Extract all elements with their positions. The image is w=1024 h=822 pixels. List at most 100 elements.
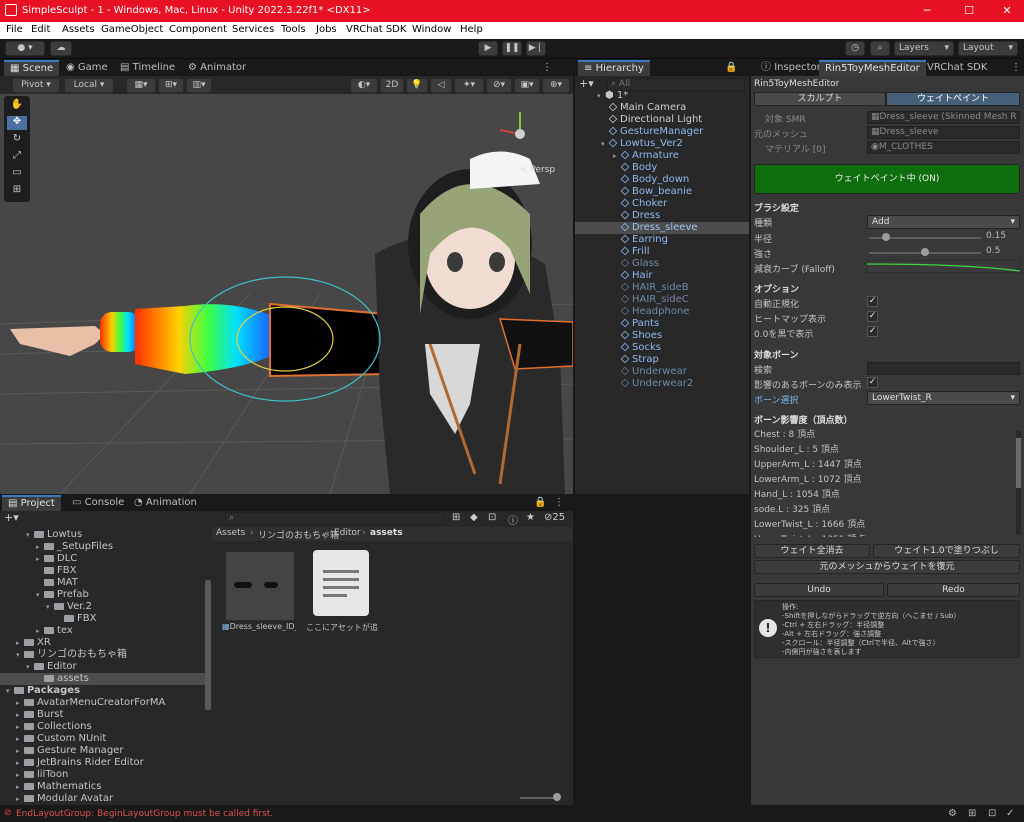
restore-weights-button[interactable]: 元のメッシュからウェイトを復元 <box>754 560 1020 574</box>
hierarchy-item[interactable]: Body <box>575 162 749 174</box>
hierarchy-item[interactable]: Body_down <box>575 174 749 186</box>
chevron-icon[interactable]: ▸ <box>16 697 24 709</box>
play-button[interactable]: ▶ <box>478 41 498 56</box>
radius-slider-handle[interactable] <box>882 233 890 241</box>
folder-tree-item[interactable]: ▸DLC <box>0 553 205 565</box>
hand-tool-icon[interactable]: ✋ <box>7 99 27 113</box>
rotate-tool-icon[interactable]: ↻ <box>7 133 27 147</box>
folder-tree-item[interactable]: ▾リンゴのおもちゃ箱 <box>0 649 205 661</box>
auto-normalize-checkbox[interactable]: ✓ <box>867 296 878 307</box>
target-smr-field[interactable]: ▦Dress_sleeve (Skinned Mesh R <box>867 111 1020 124</box>
type-dropdown[interactable]: Add▾ <box>867 215 1020 229</box>
scene-root[interactable]: ▾⬢ 1* <box>597 90 628 102</box>
hierarchy-item[interactable]: Underwear <box>575 366 749 378</box>
chevron-icon[interactable]: ▸ <box>36 553 44 565</box>
tab-timeline[interactable]: ▤ Timeline <box>114 60 181 76</box>
hierarchy-item[interactable]: Pants <box>575 318 749 330</box>
layout-dropdown[interactable]: Layout▾ <box>958 41 1018 56</box>
chevron-icon[interactable]: ▾ <box>36 589 44 601</box>
2d-toggle[interactable]: 2D <box>380 78 404 93</box>
hierarchy-item[interactable]: HAIR_sideB <box>575 282 749 294</box>
favorite-icon[interactable]: ★ <box>526 512 535 523</box>
folder-tree-item[interactable]: ▾Editor <box>0 661 205 673</box>
chevron-icon[interactable]: ▸ <box>16 781 24 793</box>
chevron-icon[interactable]: ▸ <box>16 793 24 805</box>
tab-inspector[interactable]: ⓘ Inspector <box>755 60 827 76</box>
breadcrumb-editor[interactable]: Editor <box>334 528 361 538</box>
move-tool-icon[interactable]: ✥ <box>7 116 27 130</box>
hierarchy-item[interactable]: Glass <box>575 258 749 270</box>
pause-button[interactable]: ❚❚ <box>502 41 522 56</box>
snap-increment-button[interactable]: ⊞▾ <box>158 78 184 93</box>
menu-window[interactable]: Window <box>412 24 451 35</box>
menu-tools[interactable]: Tools <box>281 24 306 35</box>
folder-tree-item[interactable]: FBX <box>0 613 205 625</box>
folder-tree-item[interactable]: ▾Packages <box>0 685 205 697</box>
chevron-icon[interactable]: ▸ <box>16 757 24 769</box>
hierarchy-item[interactable]: Main Camera <box>575 102 749 114</box>
pivot-dropdown[interactable]: Pivot ▾ <box>12 78 60 93</box>
project-search-input[interactable]: ⌕ <box>225 512 445 525</box>
auto-generate-lighting-icon[interactable]: ✓ <box>1006 808 1014 819</box>
hierarchy-item[interactable]: Headphone <box>575 306 749 318</box>
hierarchy-item[interactable]: Bow_beanie <box>575 186 749 198</box>
search-by-type-icon[interactable]: ⊞ <box>452 512 460 523</box>
folder-tree-item[interactable]: ▾Lowtus <box>0 529 205 541</box>
hierarchy-item[interactable]: Hair <box>575 270 749 282</box>
more-icon[interactable]: ⋮ <box>536 60 558 76</box>
source-mesh-field[interactable]: ▦Dress_sleeve <box>867 126 1020 139</box>
account-button[interactable]: ● ▾ <box>5 41 45 56</box>
weight-paint-toggle-button[interactable]: ウェイトペイント中 (ON) <box>754 164 1020 194</box>
lock-icon[interactable]: 🔒 <box>719 60 743 76</box>
tab-animator[interactable]: ⚙ Animator <box>182 60 252 76</box>
cache-server-icon[interactable]: ⊞ <box>968 808 976 819</box>
chevron-icon[interactable]: ▾ <box>26 661 34 673</box>
chevron-icon[interactable]: ▸ <box>16 733 24 745</box>
effects-button[interactable]: ✦▾ <box>454 78 484 93</box>
affect-only-checkbox[interactable]: ✓ <box>867 377 878 388</box>
folder-tree-item[interactable]: ▸Modular Avatar <box>0 793 205 805</box>
asset-label-text[interactable]: ここにアセットが追加... <box>306 622 378 633</box>
menu-component[interactable]: Component <box>169 24 227 35</box>
layers-dropdown[interactable]: Layers▾ <box>894 41 954 56</box>
tab-rin5toymesheditor[interactable]: Rin5ToyMeshEditor <box>819 60 926 76</box>
camera-button[interactable]: ▣▾ <box>514 78 540 93</box>
hierarchy-item[interactable]: ▸Armature <box>575 150 749 162</box>
tab-project[interactable]: ▤ Project <box>2 495 61 511</box>
transform-tool-icon[interactable]: ⊞ <box>7 184 27 198</box>
hierarchy-item[interactable]: Directional Light <box>575 114 749 126</box>
folder-tree-item[interactable]: MAT <box>0 577 205 589</box>
step-button[interactable]: ▶❘ <box>526 41 546 56</box>
chevron-icon[interactable]: ▸ <box>36 625 44 637</box>
history-button[interactable]: ◷ <box>845 41 865 56</box>
folder-tree-item[interactable]: ▾Ver.2 <box>0 601 205 613</box>
hierarchy-item[interactable]: HAIR_sideC <box>575 294 749 306</box>
asset-thumbnail-mesh[interactable] <box>226 552 294 620</box>
gizmos-button[interactable]: ⊕▾ <box>542 78 570 93</box>
material-field[interactable]: ◉M_CLOTHES <box>867 141 1020 154</box>
menu-jobs[interactable]: Jobs <box>316 24 337 35</box>
search-button[interactable]: ⌕ <box>870 41 890 56</box>
hierarchy-item[interactable]: Dress <box>575 210 749 222</box>
debug-mode-icon[interactable]: ⊡ <box>988 808 996 819</box>
grid-snap-button[interactable]: ▦▾ <box>126 78 156 93</box>
menu-help[interactable]: Help <box>460 24 483 35</box>
folder-tree-item[interactable]: ▸Mathematics <box>0 781 205 793</box>
hierarchy-item[interactable]: Strap <box>575 354 749 366</box>
cloud-button[interactable]: ☁ <box>50 41 72 56</box>
menu-file[interactable]: File <box>6 24 23 35</box>
menu-vrchat-sdk[interactable]: VRChat SDK <box>346 24 406 35</box>
chevron-icon[interactable]: ▸ <box>613 150 621 162</box>
hierarchy-item[interactable]: Shoes <box>575 330 749 342</box>
hierarchy-item[interactable]: Earring <box>575 234 749 246</box>
folder-tree-item[interactable]: ▸_SetupFiles <box>0 541 205 553</box>
hierarchy-item[interactable]: Underwear2 <box>575 378 749 390</box>
visibility-button[interactable]: ⊘▾ <box>486 78 512 93</box>
folder-tree-item[interactable]: ▸XR <box>0 637 205 649</box>
status-message[interactable]: EndLayoutGroup: BeginLayoutGroup must be… <box>16 809 273 819</box>
fill-weights-button[interactable]: ウェイト1.0で塗りつぶし <box>873 544 1020 558</box>
undo-button[interactable]: Undo <box>754 583 884 597</box>
radius-value[interactable]: 0.15 <box>983 231 1020 244</box>
falloff-curve-field[interactable] <box>867 260 1020 273</box>
clear-weights-button[interactable]: ウェイト全消去 <box>754 544 870 558</box>
